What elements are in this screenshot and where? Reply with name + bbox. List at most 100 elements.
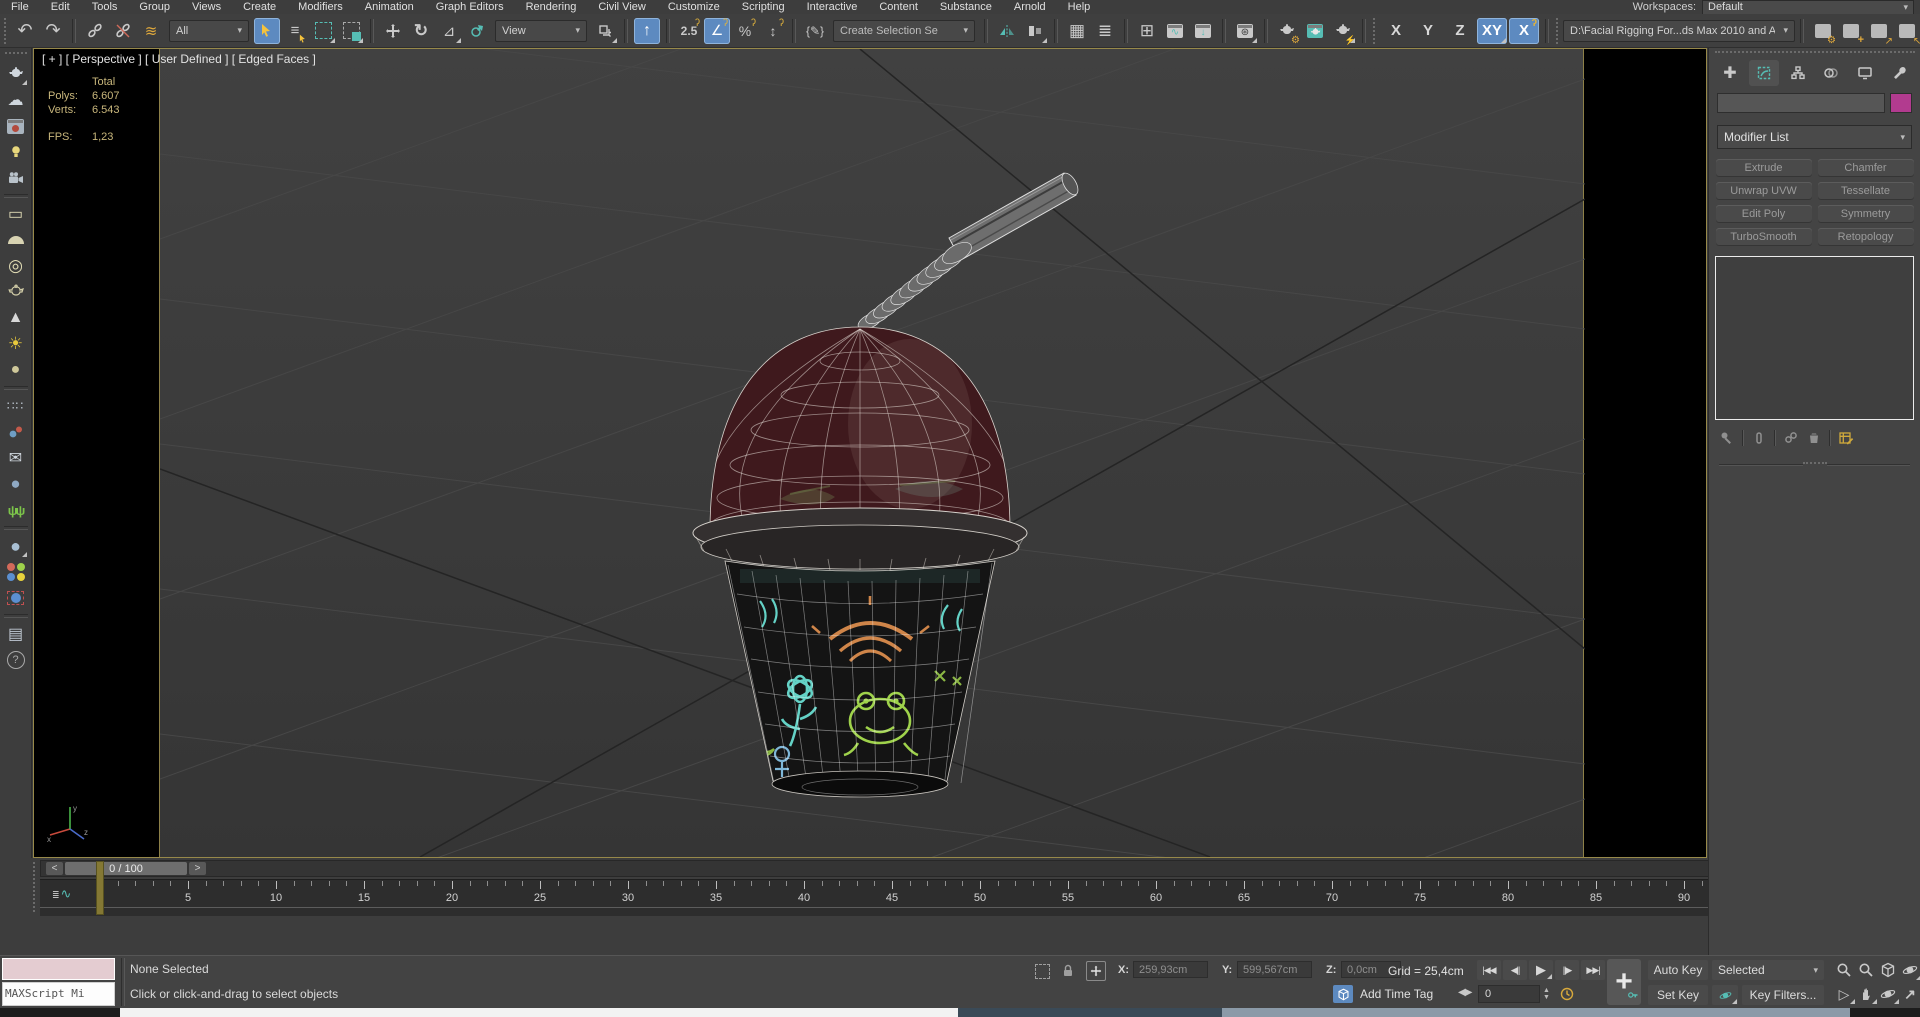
select-and-manipulate-button[interactable]: ↑: [634, 17, 660, 44]
next-frame-arrow[interactable]: >: [189, 862, 206, 875]
rendered-frame-window-button[interactable]: [1302, 18, 1328, 44]
plane-object-button[interactable]: ▭: [4, 202, 28, 226]
auto-key-button[interactable]: Auto Key: [1648, 960, 1708, 980]
schematic-view-button[interactable]: ↓: [1190, 18, 1216, 44]
curve-editor-button[interactable]: ∿: [1162, 18, 1188, 44]
make-unique-icon[interactable]: [1783, 430, 1799, 446]
tab-hierarchy[interactable]: [1783, 60, 1813, 86]
percent-snap-toggle[interactable]: % ʔ: [732, 18, 758, 44]
menu-substance[interactable]: Substance: [929, 1, 1003, 13]
render-setup-button[interactable]: ⚙: [1274, 18, 1300, 46]
use-pivot-point-center-button[interactable]: [592, 18, 618, 44]
align-button[interactable]: [1022, 18, 1048, 44]
previous-frame-arrow[interactable]: <: [46, 862, 63, 875]
select-by-name-button[interactable]: ≡: [282, 18, 308, 44]
restrict-to-y-button[interactable]: Y: [1413, 18, 1443, 44]
menu-interactive[interactable]: Interactive: [796, 1, 869, 13]
tab-motion[interactable]: [1816, 60, 1846, 86]
undo-button[interactable]: ↶: [12, 18, 38, 44]
modifier-button-retopology[interactable]: Retopology: [1817, 228, 1914, 246]
current-frame-field[interactable]: 0: [1478, 985, 1540, 1003]
unwrap-button[interactable]: ✉: [4, 446, 28, 470]
zoom-all-button[interactable]: [1854, 959, 1878, 981]
edit-named-selection-sets-button[interactable]: {✎}: [802, 18, 828, 44]
menu-animation[interactable]: Animation: [354, 1, 425, 13]
panel-divider[interactable]: [1719, 462, 1910, 468]
next-frame-button[interactable]: ||▶: [1555, 960, 1579, 980]
y-coord-field[interactable]: 599,567cm: [1237, 961, 1312, 978]
material-editor-button[interactable]: ⊛: [1232, 18, 1258, 44]
restrict-to-xy-plane-button[interactable]: XY: [1477, 17, 1507, 44]
previous-frame-button[interactable]: ◀||: [1503, 960, 1527, 980]
modifier-button-symmetry[interactable]: Symmetry: [1817, 205, 1914, 223]
toggle-layer-explorer-button[interactable]: ≣: [1092, 18, 1118, 44]
mini-curve-editor-button[interactable]: ≣∿: [52, 886, 71, 902]
cloud-button[interactable]: ☁: [4, 88, 28, 112]
mirror-button[interactable]: [994, 18, 1020, 44]
x-coord-field[interactable]: 259,93cm: [1133, 961, 1208, 978]
toolbar-grip[interactable]: [4, 17, 6, 44]
angle-snap-toggle[interactable]: ∠ ʔ: [704, 17, 730, 44]
orbit-button[interactable]: [1876, 983, 1900, 1005]
project-tool-link-button[interactable]: ↗: [1866, 18, 1893, 47]
select-and-place-button[interactable]: [464, 18, 490, 44]
time-configuration-button[interactable]: [1557, 984, 1577, 1004]
bind-to-space-warp-button[interactable]: ≋: [138, 18, 164, 44]
render-production-button[interactable]: ⚡: [1330, 18, 1356, 45]
timeline-playhead[interactable]: [96, 861, 104, 915]
maxscript-mini-listener-output[interactable]: [2, 958, 115, 980]
image-plane-button[interactable]: [4, 114, 28, 138]
restrict-to-z-button[interactable]: Z: [1445, 18, 1475, 44]
viewport-canvas[interactable]: [159, 0, 1586, 1017]
modifier-button-turbosmooth[interactable]: TurboSmooth: [1715, 228, 1812, 246]
menu-graph-editors[interactable]: Graph Editors: [425, 1, 515, 13]
field-of-view-button[interactable]: ▷: [1832, 983, 1856, 1005]
molecule-button[interactable]: [4, 420, 28, 444]
play-animation-button[interactable]: ▶: [1529, 960, 1553, 980]
menu-customize[interactable]: Customize: [657, 1, 731, 13]
key-mode-toggle[interactable]: ◀▶: [1458, 987, 1472, 998]
menu-views[interactable]: Views: [181, 1, 232, 13]
tab-modify[interactable]: [1748, 60, 1779, 86]
sphere-light-button[interactable]: ◎: [4, 254, 28, 278]
modifier-button-chamfer[interactable]: Chamfer: [1817, 159, 1914, 177]
viewport-label[interactable]: [ + ] [ Perspective ] [ User Defined ] […: [42, 52, 316, 66]
modifier-button-edit-poly[interactable]: Edit Poly: [1715, 205, 1812, 223]
unlink-selection-button[interactable]: [110, 18, 136, 44]
selection-filter-dropdown[interactable]: All ▾: [169, 19, 249, 42]
window-crossing-toggle[interactable]: [338, 18, 364, 44]
project-folder-dropdown[interactable]: D:\Facial Rigging For...ds Max 2010 and …: [1563, 19, 1795, 42]
keyable-icon-button[interactable]: [1712, 985, 1738, 1005]
menu-edit[interactable]: Edit: [40, 1, 81, 13]
time-slider-track[interactable]: < 0 / 100 >: [40, 860, 1896, 877]
isolate-selection-toggle[interactable]: [1032, 961, 1052, 981]
select-and-scale-button[interactable]: ⊿: [436, 18, 462, 44]
material-palette-button[interactable]: [4, 560, 28, 584]
material-sphere-button[interactable]: ●: [4, 534, 28, 558]
sun-light-button[interactable]: ☀: [4, 332, 28, 356]
toolbar-grip[interactable]: [4, 52, 27, 58]
cone-light-button[interactable]: ▲: [4, 306, 28, 330]
menu-tools[interactable]: Tools: [81, 1, 129, 13]
spinner-snap-toggle[interactable]: ↕ ʔ: [760, 18, 786, 44]
pan-view-button[interactable]: [1854, 983, 1878, 1005]
help-button[interactable]: ?: [4, 648, 28, 672]
menu-content[interactable]: Content: [868, 1, 929, 13]
camera-button[interactable]: [4, 166, 28, 190]
select-and-move-button[interactable]: [380, 18, 406, 44]
redo-button[interactable]: ↷: [40, 18, 66, 44]
modifier-list-dropdown[interactable]: Modifier List ▾: [1717, 125, 1912, 149]
pin-stack-icon[interactable]: [1719, 430, 1735, 446]
tab-display[interactable]: [1850, 60, 1880, 86]
add-time-tag-label[interactable]: Add Time Tag: [1360, 987, 1433, 1001]
toggle-ribbon-button[interactable]: ⊞: [1134, 18, 1160, 44]
modifier-button-extrude[interactable]: Extrude: [1715, 159, 1812, 177]
menu-civil-view[interactable]: Civil View: [587, 1, 656, 13]
tab-utilities[interactable]: [1884, 60, 1914, 86]
modifier-button-unwrap-uvw[interactable]: Unwrap UVW: [1715, 182, 1812, 200]
go-to-start-button[interactable]: |◀◀: [1477, 960, 1501, 980]
absolute-offset-toggle[interactable]: [1086, 961, 1106, 981]
particle-array-button[interactable]: ∷∷: [4, 394, 28, 418]
tab-create[interactable]: ✚: [1715, 60, 1745, 86]
workspaces-dropdown[interactable]: Default ▾: [1702, 0, 1914, 15]
